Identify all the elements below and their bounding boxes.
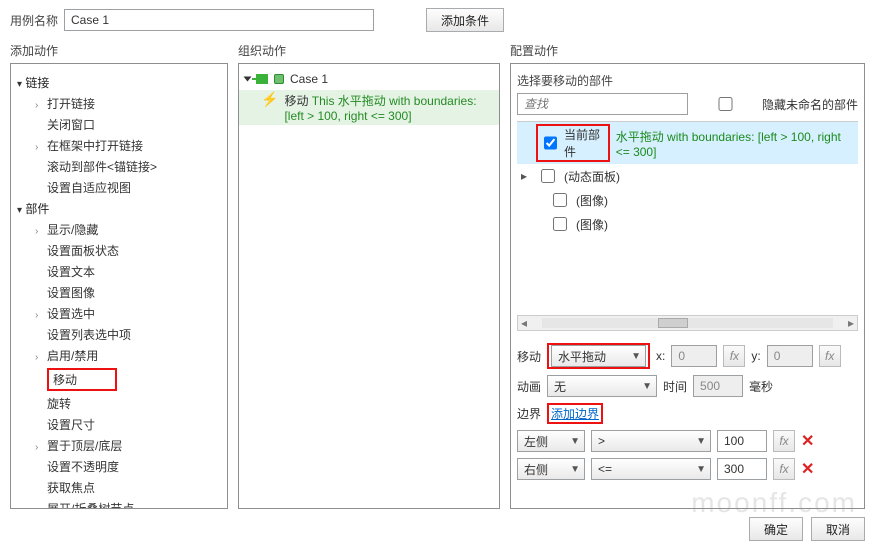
case-node[interactable]: Case 1 (239, 68, 499, 90)
chevron-down-icon: ▼ (696, 436, 706, 447)
b2-delete-icon[interactable]: ✕ (801, 459, 814, 479)
cfg-panel: 选择要移动的部件 隐藏未命名的部件 当前部件 水平拖动 with boundar… (510, 63, 865, 509)
widget-row-image2[interactable]: (图像) (517, 212, 858, 236)
tree-item-show-hide[interactable]: 显示/隐藏 (17, 219, 221, 240)
move-y-input (767, 345, 813, 367)
b1-fx-button[interactable]: fx (773, 430, 795, 452)
ms-suffix: 毫秒 (749, 378, 773, 395)
anim-label: 动画 (517, 378, 541, 395)
action-tree-panel[interactable]: 链接 打开链接 关闭窗口 在框架中打开链接 滚动到部件<锚链接> 设置自适应视图… (10, 63, 228, 509)
tree-group-link[interactable]: 链接 (17, 74, 221, 91)
action-node[interactable]: ⚡ 移动 This 水平拖动 with boundaries: [left > … (239, 90, 499, 125)
tree-item-set-size[interactable]: 设置尺寸 (17, 414, 221, 435)
b2-op-select[interactable]: <=▼ (591, 458, 711, 480)
case-node-label: Case 1 (290, 72, 328, 86)
move-mode-select[interactable]: 水平拖动 ▼ (551, 345, 646, 367)
b2-value-input[interactable] (717, 458, 767, 480)
widget-list[interactable]: 当前部件 水平拖动 with boundaries: [left > 100, … (517, 121, 858, 311)
action-node-label: 移动 (284, 94, 308, 108)
add-boundary-link[interactable]: 添加边界 (551, 407, 599, 421)
case-badge-icon (274, 74, 284, 84)
widget-list-hscroll[interactable]: ◂ ▸ (517, 315, 858, 331)
time-label: 时间 (663, 378, 687, 395)
case-icon (256, 74, 268, 84)
tree-item-panel-state[interactable]: 设置面板状态 (17, 240, 221, 261)
x-label: x: (656, 349, 665, 363)
action-node-desc: This 水平拖动 with boundaries: [left > 100, … (284, 94, 476, 123)
tree-item-set-text[interactable]: 设置文本 (17, 261, 221, 282)
widget-image1-checkbox[interactable] (553, 193, 567, 207)
tree-item-set-image[interactable]: 设置图像 (17, 282, 221, 303)
tree-item-rotate[interactable]: 旋转 (17, 393, 221, 414)
widget-current-name: 当前部件 (564, 126, 606, 160)
tree-item-focus[interactable]: 获取焦点 (17, 477, 221, 498)
ok-button[interactable]: 确定 (749, 517, 803, 541)
expand-icon[interactable]: ▸ (521, 169, 531, 183)
scroll-right-icon[interactable]: ▸ (845, 317, 857, 329)
b1-delete-icon[interactable]: ✕ (801, 431, 814, 451)
tree-item-set-opacity[interactable]: 设置不透明度 (17, 456, 221, 477)
chevron-down-icon: ▼ (570, 436, 580, 447)
tree-item-set-list-selected[interactable]: 设置列表选中项 (17, 324, 221, 345)
widget-image1-name: (图像) (576, 192, 608, 209)
tree-item-set-selected[interactable]: 设置选中 (17, 303, 221, 324)
bolt-icon: ⚡ (261, 92, 278, 106)
search-input[interactable] (517, 93, 688, 115)
widget-current-checkbox[interactable] (544, 136, 557, 150)
add-condition-button[interactable]: 添加条件 (426, 8, 504, 32)
tree-item-scroll-to[interactable]: 滚动到部件<锚链接> (17, 156, 221, 177)
widget-image2-name: (图像) (576, 216, 608, 233)
boundary-row-2: 右侧▼ <=▼ fx ✕ (517, 458, 858, 480)
y-label: y: (751, 349, 760, 363)
chevron-down-icon: ▼ (631, 351, 641, 362)
widget-row-image1[interactable]: (图像) (517, 188, 858, 212)
widget-dynpanel-checkbox[interactable] (541, 169, 555, 183)
tree-item-expand-tree[interactable]: 展开/折叠树节点 (17, 498, 221, 509)
tree-item-enable-disable[interactable]: 启用/禁用 (17, 345, 221, 366)
chevron-down-icon: ▼ (642, 381, 652, 392)
org-action-panel[interactable]: Case 1 ⚡ 移动 This 水平拖动 with boundaries: [… (238, 63, 500, 509)
widget-row-dynpanel[interactable]: ▸ (动态面板) (517, 164, 858, 188)
expand-icon[interactable] (244, 77, 252, 82)
select-widget-title: 选择要移动的部件 (517, 72, 858, 89)
boundary-label: 边界 (517, 405, 541, 422)
hide-unnamed-checkbox[interactable] (698, 97, 753, 111)
boundary-row-1: 左侧▼ >▼ fx ✕ (517, 430, 858, 452)
tree-group-widget[interactable]: 部件 (17, 200, 221, 217)
b1-op-select[interactable]: >▼ (591, 430, 711, 452)
tree-item-adaptive-view[interactable]: 设置自适应视图 (17, 177, 221, 198)
chevron-down-icon: ▼ (696, 464, 706, 475)
anim-time-input (693, 375, 743, 397)
org-action-title: 组织动作 (238, 42, 500, 59)
x-fx-button[interactable]: fx (723, 345, 745, 367)
tree-item-move[interactable]: 移动 (17, 366, 221, 393)
b1-value-input[interactable] (717, 430, 767, 452)
tree-item-close-window[interactable]: 关闭窗口 (17, 114, 221, 135)
scroll-left-icon[interactable]: ◂ (518, 317, 530, 329)
move-x-input (671, 345, 717, 367)
cfg-action-title: 配置动作 (510, 42, 865, 59)
widget-image2-checkbox[interactable] (553, 217, 567, 231)
move-label: 移动 (517, 348, 541, 365)
widget-row-current[interactable]: 当前部件 水平拖动 with boundaries: [left > 100, … (517, 122, 858, 164)
tree-item-bring-front-back[interactable]: 置于顶层/底层 (17, 435, 221, 456)
tree-item-open-link[interactable]: 打开链接 (17, 93, 221, 114)
case-name-label: 用例名称 (10, 12, 58, 29)
move-mode-value: 水平拖动 (558, 348, 606, 365)
b2-fx-button[interactable]: fx (773, 458, 795, 480)
hide-unnamed-label: 隐藏未命名的部件 (762, 96, 858, 113)
add-action-title: 添加动作 (10, 42, 228, 59)
b2-side-select[interactable]: 右侧▼ (517, 458, 585, 480)
chevron-down-icon: ▼ (570, 464, 580, 475)
anim-select[interactable]: 无▼ (547, 375, 657, 397)
widget-current-desc: 水平拖动 with boundaries: [left > 100, right… (616, 128, 858, 159)
widget-dynpanel-name: (动态面板) (564, 168, 620, 185)
cancel-button[interactable]: 取消 (811, 517, 865, 541)
anim-value: 无 (554, 378, 566, 395)
y-fx-button[interactable]: fx (819, 345, 841, 367)
tree-item-open-in-frame[interactable]: 在框架中打开链接 (17, 135, 221, 156)
case-name-input[interactable] (64, 9, 374, 31)
scroll-thumb[interactable] (658, 318, 688, 328)
b1-side-select[interactable]: 左侧▼ (517, 430, 585, 452)
